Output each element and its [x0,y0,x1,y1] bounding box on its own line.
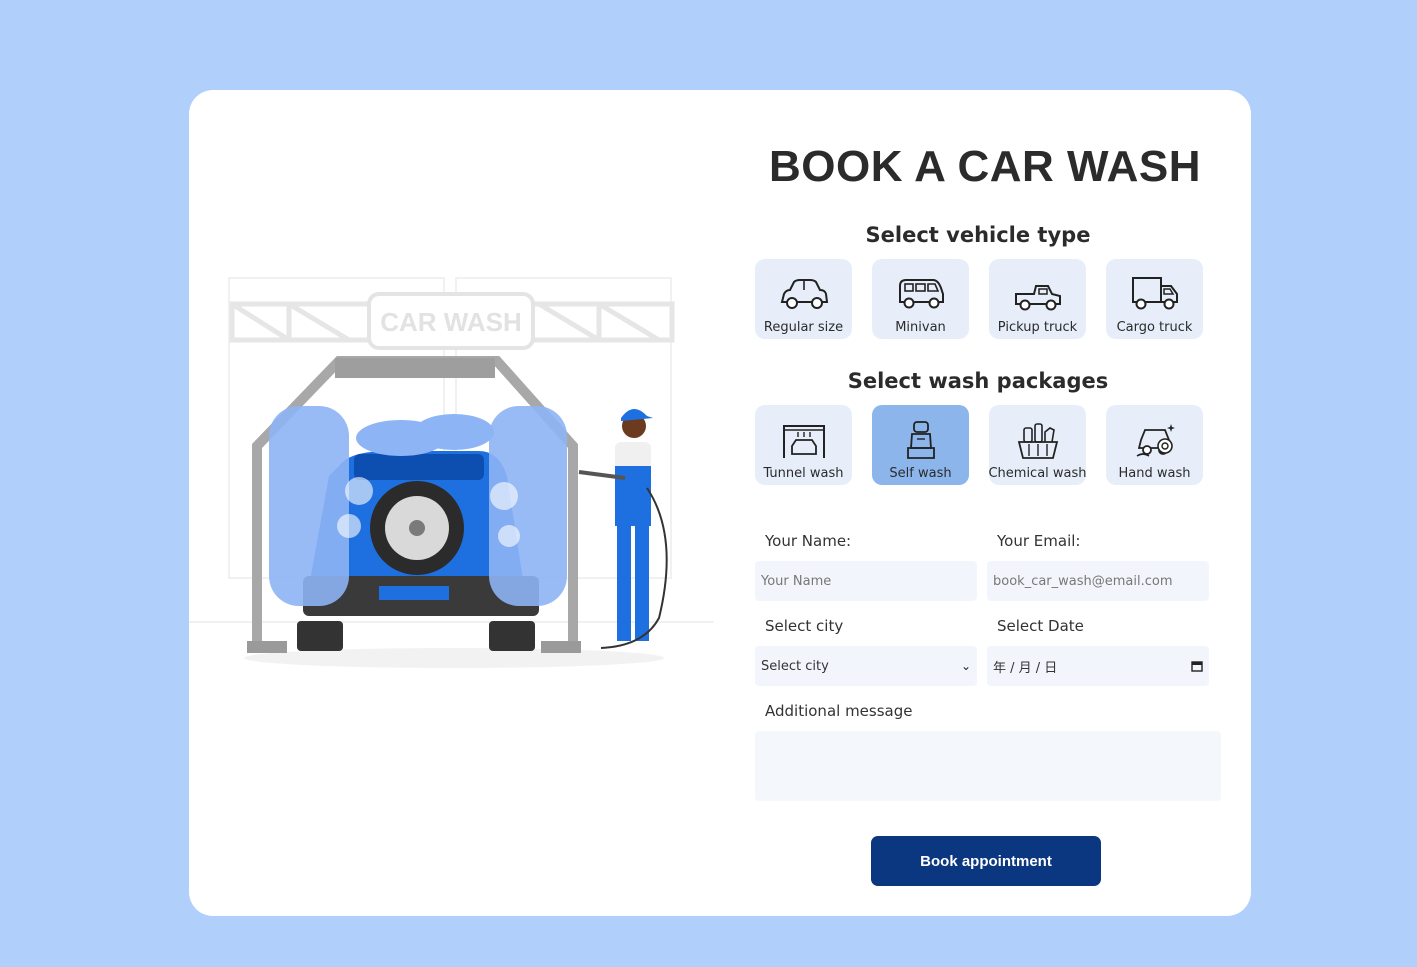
book-appointment-button[interactable]: Book appointment [871,836,1101,886]
wash-package-options: Tunnel wash Self wash Chemical wash Hand… [755,405,1203,485]
package-option-self-wash[interactable]: Self wash [872,405,969,485]
car-seat-icon [906,421,935,459]
message-textarea[interactable] [755,731,1221,801]
date-input-value: 年 / 月 / 日 [993,660,1058,676]
car-wash-illustration: CAR WASH [189,277,714,668]
vehicle-option-minivan[interactable]: Minivan [872,259,969,339]
page-title: BOOK A CAR WASH [768,142,1201,191]
vehicle-option-regular-size[interactable]: Regular size [755,259,852,339]
vehicle-section-title: Select vehicle type [865,223,1091,247]
date-label: Select Date [997,617,1084,635]
vehicle-option-label: Regular size [763,320,844,335]
email-input[interactable] [987,561,1209,601]
booking-card: CAR WASH BOOK A CAR WASH Select vehicle … [189,90,1251,916]
package-option-label: Hand wash [1118,466,1191,481]
city-select-value: Select city [761,658,829,674]
package-option-hand-wash[interactable]: Hand wash [1106,405,1203,485]
hand-wash-icon [1136,424,1175,457]
package-option-label: Tunnel wash [763,466,844,481]
package-option-chemical-wash[interactable]: Chemical wash [988,405,1087,485]
minivan-icon [898,279,944,309]
chevron-down-icon: ⌄ [960,659,971,673]
message-label: Additional message [765,702,913,720]
package-option-tunnel-wash[interactable]: Tunnel wash [755,405,852,485]
name-input[interactable] [755,561,977,601]
email-label: Your Email: [997,532,1081,550]
vehicle-type-options: Regular size Minivan Pickup truck Cargo … [755,259,1203,339]
package-option-label: Chemical wash [988,466,1087,481]
sign-text: CAR WASH [380,307,522,337]
tunnel-wash-icon [782,425,825,458]
package-option-label: Self wash [889,466,952,481]
calendar-icon[interactable] [1191,660,1203,672]
date-input[interactable]: 年 / 月 / 日 [987,646,1209,686]
package-section-title: Select wash packages [847,369,1109,393]
name-label: Your Name: [765,532,852,550]
car-icon [780,279,828,309]
vehicle-option-pickup-truck[interactable]: Pickup truck [989,259,1086,339]
vehicle-option-label: Minivan [895,320,946,335]
chemical-basket-icon [1017,423,1058,459]
vehicle-option-label: Pickup truck [997,320,1078,335]
vehicle-option-cargo-truck[interactable]: Cargo truck [1106,259,1203,339]
city-select[interactable]: Select city ⌄ [755,646,977,686]
city-label: Select city [765,617,844,635]
cargo-truck-icon [1131,277,1178,310]
vehicle-option-label: Cargo truck [1116,320,1193,335]
pickup-truck-icon [1014,285,1061,311]
